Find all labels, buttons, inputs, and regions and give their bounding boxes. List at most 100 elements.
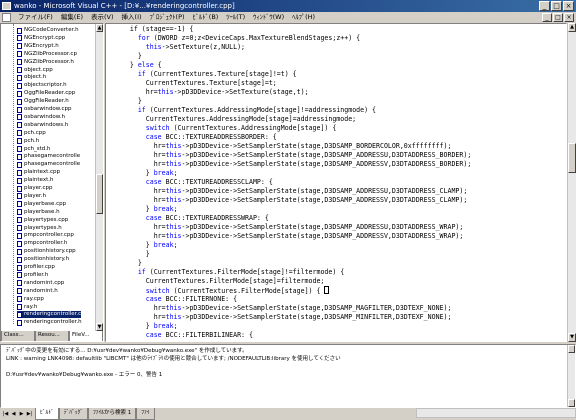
output-scrollbar[interactable] <box>567 345 575 407</box>
source-file-icon <box>17 138 22 145</box>
code-text: ->pD3DDevice->SetSamplerState(stage,D3DS… <box>181 142 452 150</box>
file-tree-item[interactable]: NGEncrypt.h <box>17 43 59 50</box>
editor-scrollbar[interactable]: ▲ ▼ <box>567 23 576 342</box>
file-tree-item[interactable]: randomint.cpp <box>17 280 64 287</box>
file-tree-item-label: ray.cpp <box>24 295 44 302</box>
file-tree-item[interactable]: objectscriptor.h <box>17 82 67 89</box>
tab-find-in-files-2[interactable]: ﾌｧｲ <box>136 408 155 420</box>
file-tree-item-label: OggFileReader.h <box>24 98 69 105</box>
mdi-minimize-button[interactable]: _ <box>542 13 552 22</box>
file-tree-item[interactable]: ray.h <box>17 304 37 311</box>
code-line: hr=this->pD3DDevice->SetSamplerState(sta… <box>114 196 468 205</box>
source-file-icon <box>17 67 22 73</box>
file-tree-item[interactable]: NGZlibProcessor.h <box>17 59 74 66</box>
menu-file[interactable]: ファイル(F) <box>14 12 57 23</box>
tab-find-in-files-1[interactable]: ﾌｧｲﾙから検索 1 <box>88 408 137 420</box>
file-tree-item[interactable]: ray.cpp <box>17 296 44 303</box>
file-tree-item[interactable]: NGZlibProcessor.cp <box>17 51 77 58</box>
file-tree-item[interactable]: OggFileReader.cpp <box>17 90 75 97</box>
tab-file-view[interactable]: FileV... <box>69 331 103 341</box>
scroll-down-arrow-icon[interactable]: ▼ <box>568 333 576 342</box>
file-tree-item[interactable]: NGCodeConverter.h <box>17 27 79 34</box>
document-icon[interactable] <box>2 13 11 22</box>
file-tree-item[interactable]: profiler.h <box>17 272 48 279</box>
code-line: } break; <box>114 241 178 250</box>
mdi-maximize-button[interactable]: □ <box>553 13 563 22</box>
file-tree-item-label: profiler.cpp <box>24 264 55 270</box>
code-text: ->pD3DDevice->SetSamplerState(stage,D3DS… <box>181 313 452 321</box>
file-tree-item[interactable]: playertypes.h <box>17 225 62 232</box>
file-tree-item[interactable]: phasegamecontrolle <box>17 153 80 160</box>
source-file-icon <box>17 217 22 224</box>
menu-insert[interactable]: 挿入(I) <box>118 12 146 23</box>
tab-resource-view[interactable]: Resou... <box>35 331 69 341</box>
tab-prev-arrow-icon[interactable]: ◀ <box>10 411 17 418</box>
file-tree-item[interactable]: randomint.h <box>17 288 58 295</box>
scroll-thumb[interactable] <box>96 174 103 214</box>
code-line: case BCC::TEXTUREADDRESSCLAMP: { <box>114 178 273 187</box>
file-tree-item[interactable]: pch_std.h <box>17 146 51 153</box>
scroll-up-arrow-icon[interactable]: ▲ <box>568 23 576 32</box>
file-tree-item-label: profiler.h <box>24 271 49 278</box>
menu-tools[interactable]: ﾂｰﾙ(T) <box>222 12 249 23</box>
file-tree-item[interactable]: pch.h <box>17 138 39 145</box>
file-tree-item[interactable]: plaintext.cpp <box>17 169 60 176</box>
output-horizontal-scrollbar[interactable] <box>416 408 576 418</box>
tab-last-arrow-icon[interactable]: ▶| <box>26 411 33 418</box>
minimize-button[interactable]: _ <box>539 1 550 11</box>
tab-build[interactable]: ﾋﾞﾙﾄﾞ <box>35 408 59 420</box>
file-tree-item[interactable]: object.cpp <box>17 67 53 74</box>
tab-class-view[interactable]: Class... <box>1 331 35 341</box>
tab-debug[interactable]: ﾃﾞﾊﾞｯｸﾞ <box>58 408 89 420</box>
file-tree-item[interactable]: osbarwindows.h <box>17 122 68 129</box>
code-text: hr= <box>114 151 166 159</box>
file-tree-item[interactable]: profiler.cpp <box>17 264 55 271</box>
file-tree-item[interactable]: phasegamecontrolle <box>17 161 80 168</box>
file-tree-item[interactable]: renderingcontroller.c <box>17 311 82 319</box>
scroll-down-arrow-icon[interactable] <box>568 399 575 407</box>
file-tree-item[interactable]: player.h <box>17 193 46 200</box>
menu-view[interactable]: 表示(V) <box>87 12 118 23</box>
file-tree-item[interactable]: playertypes.cpp <box>17 217 68 224</box>
mdi-close-button[interactable]: × <box>564 13 574 22</box>
scroll-up-arrow-icon[interactable] <box>568 345 575 353</box>
file-tree-item[interactable]: OggFileReader.h <box>17 98 69 105</box>
scroll-thumb[interactable] <box>568 143 576 173</box>
file-tree-item[interactable]: osbarwindow.cpp <box>17 106 71 113</box>
file-tree-item[interactable]: player.cpp <box>17 185 53 192</box>
file-tree-item[interactable]: pmpcontroller.cpp <box>17 232 74 239</box>
code-editor[interactable]: if (stage==-1) { for (DWORD z=0;z<Device… <box>105 23 567 342</box>
menu-help[interactable]: ﾍﾙﾌﾟ(H) <box>288 12 319 23</box>
scroll-up-arrow-icon[interactable]: ▲ <box>96 24 103 32</box>
maximize-button[interactable]: □ <box>551 1 562 11</box>
menu-project[interactable]: ﾌﾟﾛｼﾞｪｸﾄ(P) <box>146 12 189 23</box>
file-tree-item[interactable]: pmpcontroller.h <box>17 240 67 247</box>
file-tree-item[interactable]: pch.cpp <box>17 130 46 137</box>
file-tree-item[interactable]: plaintext.h <box>17 177 54 184</box>
menu-window[interactable]: ｳｨﾝﾄﾞｳ(W) <box>249 12 288 23</box>
file-tree-item[interactable]: renderingcontroller.h <box>17 319 82 326</box>
code-keyword: this <box>145 43 162 51</box>
file-tree-item[interactable]: playerbase.h <box>17 209 60 216</box>
code-text: ->pD3DDevice->SetSamplerState(stage,D3DS… <box>181 232 464 240</box>
file-tree-item[interactable]: playerbase.cpp <box>17 201 66 208</box>
menu-edit[interactable]: 編集(E) <box>57 12 87 23</box>
menu-build[interactable]: ﾋﾞﾙﾄﾞ(B) <box>189 12 223 23</box>
file-tree-item[interactable]: positionhistory.cpp <box>17 248 76 255</box>
source-file-icon <box>17 288 22 295</box>
file-tree-item[interactable]: object.h <box>17 74 46 81</box>
scroll-down-arrow-icon[interactable]: ▼ <box>96 323 103 331</box>
file-view-panel: NGCodeConverter.h NGEncrypt.cpp NGEncrypt.… <box>0 23 104 342</box>
file-tree-item[interactable]: NGEncrypt.cpp <box>17 35 65 42</box>
code-text: hr= <box>114 304 166 312</box>
close-button[interactable]: × <box>563 1 574 11</box>
tab-first-arrow-icon[interactable]: |◀ <box>2 411 9 418</box>
title-bar[interactable]: wanko - Microsoft Visual C++ - [D:¥...¥r… <box>0 0 576 12</box>
tab-next-arrow-icon[interactable]: ▶ <box>18 411 25 418</box>
file-tree-item-label: osbarwindow.h <box>24 113 65 120</box>
file-tree-scrollbar[interactable]: ▲ ▼ <box>95 24 103 331</box>
output-tabs: |◀ ◀ ▶ ▶| ﾋﾞﾙﾄﾞ ﾃﾞﾊﾞｯｸﾞ ﾌｧｲﾙから検索 1 ﾌｧｲ <box>0 408 576 420</box>
file-tree-item[interactable]: positionhistory.h <box>17 256 69 263</box>
file-tree-item[interactable]: osbarwindow.h <box>17 114 65 121</box>
